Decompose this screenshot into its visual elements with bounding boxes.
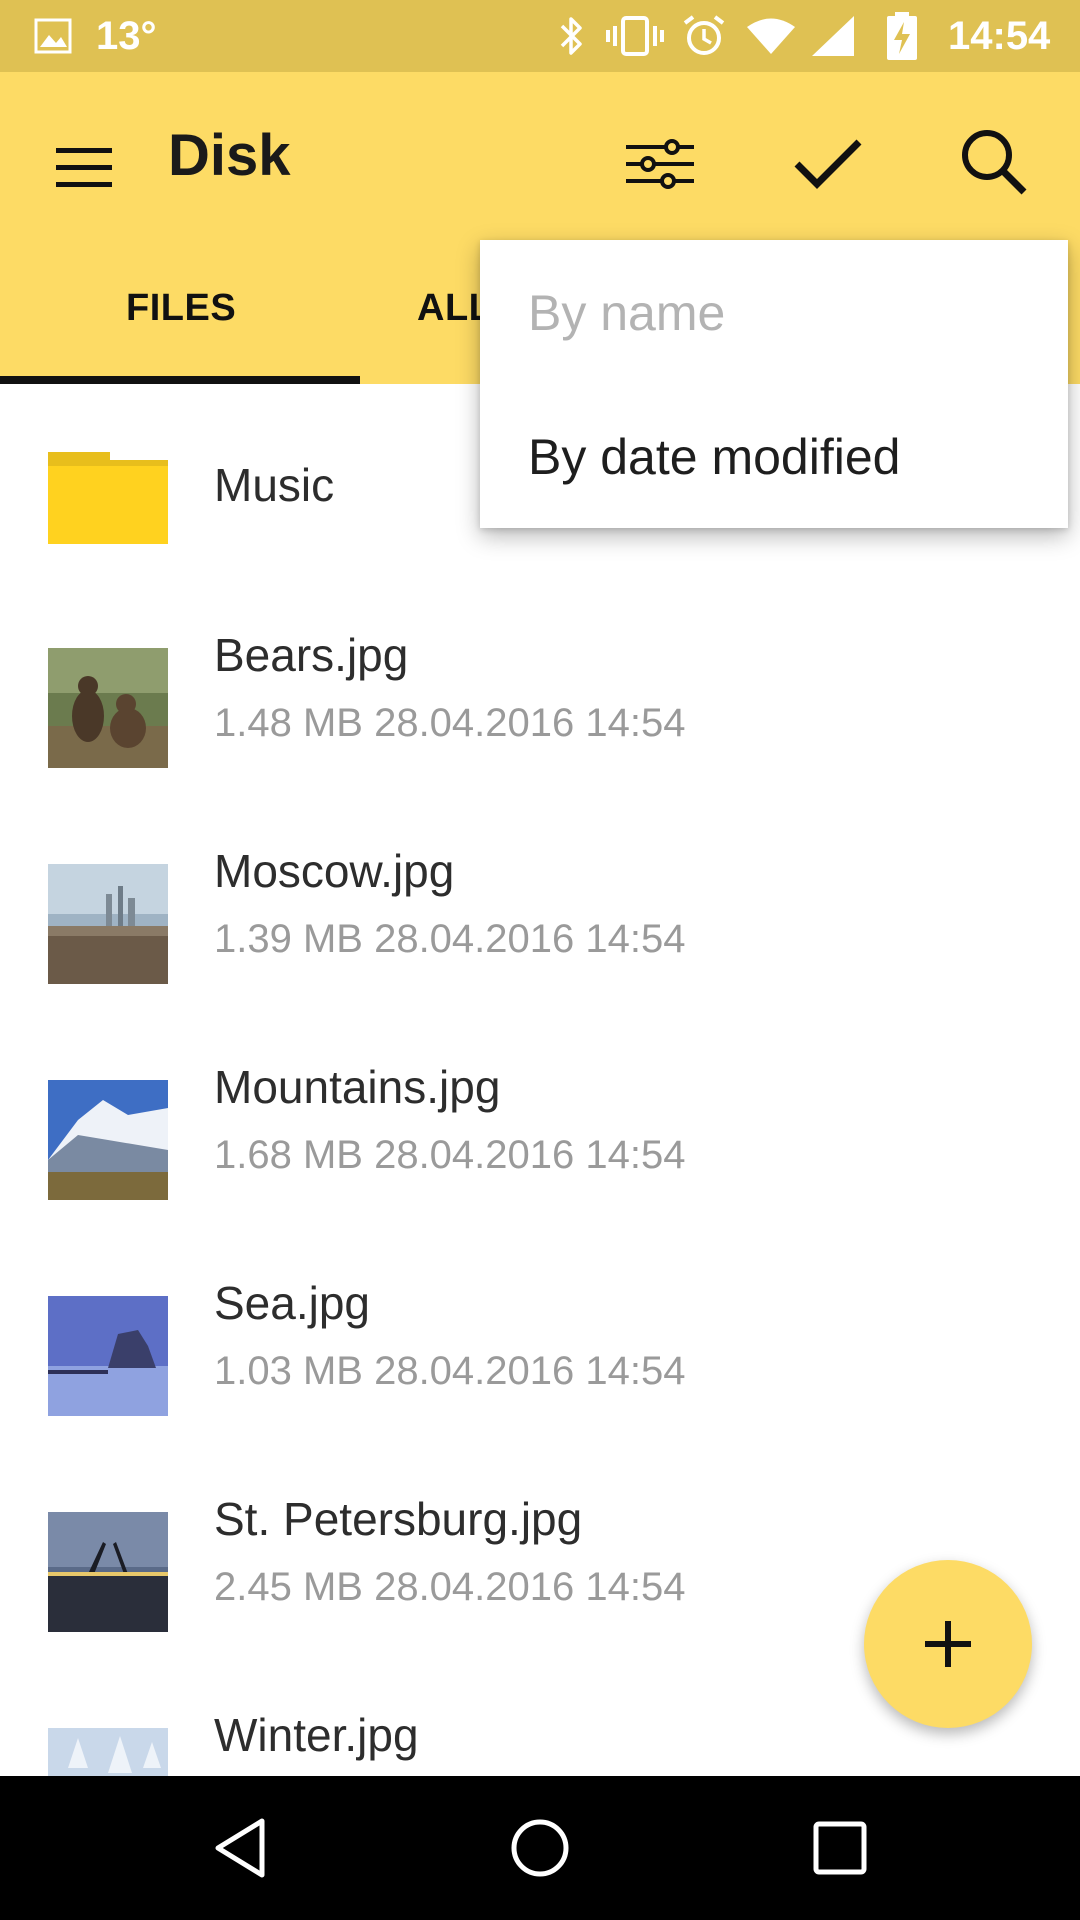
sort-by-name-item[interactable]: By name <box>528 284 725 342</box>
file-name: Sea.jpg <box>214 1277 371 1329</box>
sort-menu: By name By date modified <box>480 240 1068 528</box>
file-meta: 1.39 MB 28.04.2016 14:54 <box>214 917 686 961</box>
file-meta: 1.48 MB 28.04.2016 14:54 <box>214 701 686 745</box>
vibrate-icon <box>606 0 664 72</box>
sort-by-date-item[interactable]: By date modified <box>528 428 900 486</box>
file-meta: 2.45 MB 28.04.2016 14:54 <box>214 1565 686 1609</box>
page-title: Disk <box>168 123 291 188</box>
add-button[interactable] <box>864 1560 1032 1728</box>
winter-thumbnail <box>48 1728 168 1776</box>
temperature-text: 13° <box>96 13 157 58</box>
battery-charging-icon <box>885 0 919 72</box>
status-bar: 13° 14:54 <box>0 0 1080 72</box>
folder-icon <box>48 440 168 560</box>
check-icon[interactable] <box>788 124 868 204</box>
sort-filter-icon[interactable] <box>620 124 700 204</box>
list-item-moscow[interactable]: Moscow.jpg 1.39 MB 28.04.2016 14:54 <box>0 816 1080 1032</box>
file-name: St. Petersburg.jpg <box>214 1493 583 1545</box>
tab-files[interactable]: FILES <box>126 287 236 330</box>
menu-icon[interactable] <box>48 132 120 204</box>
search-icon[interactable] <box>954 122 1034 202</box>
clock-text: 14:54 <box>948 13 1051 58</box>
sea-thumbnail <box>48 1296 168 1416</box>
mountains-thumbnail <box>48 1080 168 1200</box>
file-meta: 1.68 MB 28.04.2016 14:54 <box>214 1133 686 1177</box>
file-meta: 1.03 MB 28.04.2016 14:54 <box>214 1349 686 1393</box>
list-item-bears[interactable]: Bears.jpg 1.48 MB 28.04.2016 14:54 <box>0 600 1080 816</box>
navigation-bar <box>0 1776 1080 1920</box>
wifi-icon <box>745 0 797 72</box>
list-item-mountains[interactable]: Mountains.jpg 1.68 MB 28.04.2016 14:54 <box>0 1032 1080 1248</box>
signal-icon <box>810 0 856 72</box>
bluetooth-icon <box>555 0 589 72</box>
file-name: Moscow.jpg <box>214 845 455 897</box>
back-icon[interactable] <box>200 1808 280 1888</box>
tab-indicator <box>0 376 360 384</box>
file-name: Music <box>214 459 335 511</box>
alarm-icon <box>681 0 727 72</box>
home-icon[interactable] <box>500 1808 580 1888</box>
st-petersburg-thumbnail <box>48 1512 168 1632</box>
file-name: Bears.jpg <box>214 629 409 681</box>
plus-icon <box>925 1621 971 1667</box>
file-name: Mountains.jpg <box>214 1061 501 1113</box>
moscow-thumbnail <box>48 864 168 984</box>
bears-thumbnail <box>48 648 168 768</box>
image-icon <box>34 0 72 72</box>
recents-icon[interactable] <box>800 1808 880 1888</box>
file-name: Winter.jpg <box>214 1709 419 1761</box>
list-item-sea[interactable]: Sea.jpg 1.03 MB 28.04.2016 14:54 <box>0 1248 1080 1464</box>
